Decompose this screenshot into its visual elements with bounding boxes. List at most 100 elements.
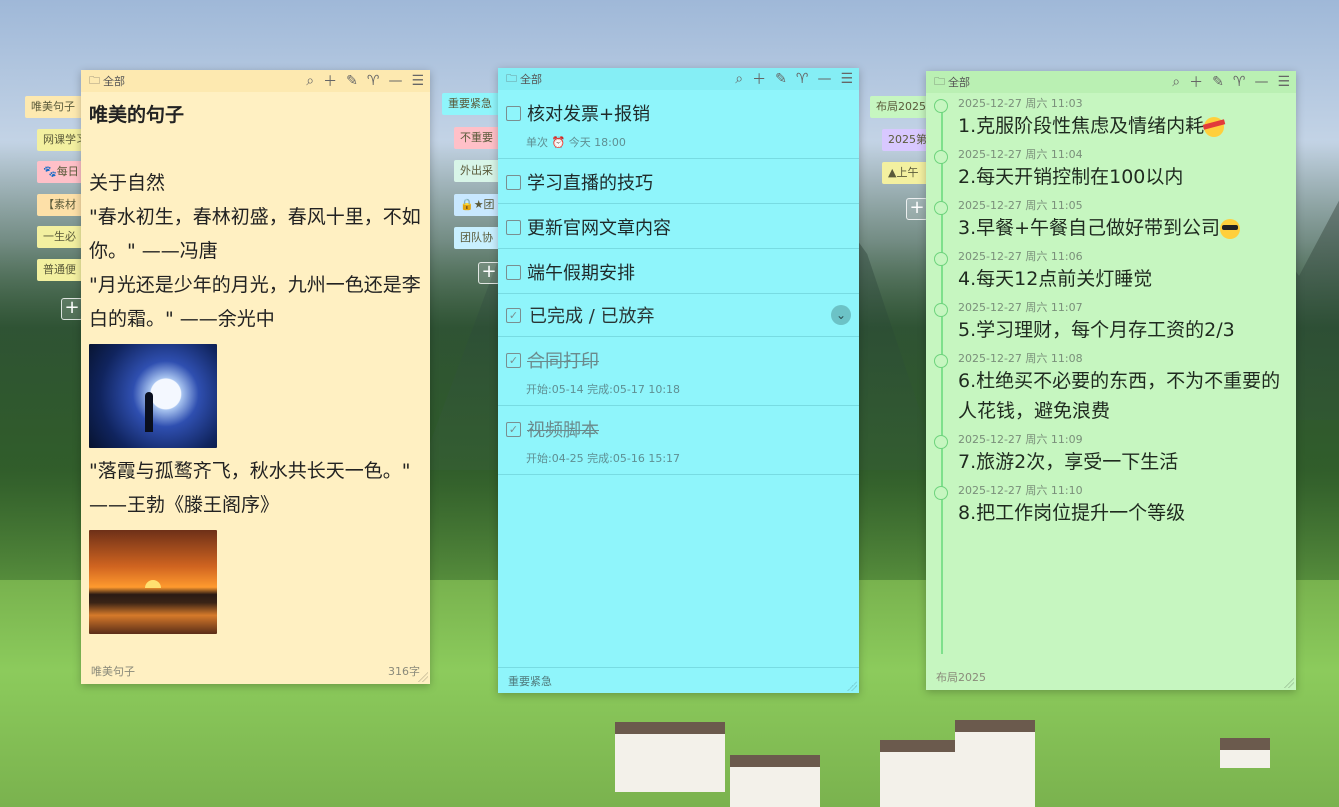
side-tag[interactable]: 网课学习 [37, 128, 81, 151]
plus-icon[interactable]: ＋ [1189, 72, 1203, 92]
todo-text: 学习直播的技巧 [527, 173, 653, 194]
side-tag[interactable]: 不重要 [454, 126, 498, 149]
side-tag[interactable]: 团队协 [454, 227, 498, 249]
timeline-entry[interactable]: 2025-12-27 周六 11:04 2.每天开销控制在100以内 [934, 144, 1286, 192]
todo-item[interactable]: 端午假期安排 [498, 249, 859, 294]
side-tag[interactable]: 普通便 [37, 258, 81, 281]
add-tag-button[interactable]: + [61, 298, 83, 320]
side-tag[interactable]: 布局2025 [870, 96, 926, 118]
timeline-entry[interactable]: 2025-12-27 周六 11:06 4.每天12点前关灯睡觉 [934, 246, 1286, 294]
menu-icon[interactable]: ☰ [840, 71, 853, 87]
entry-text-content: 8.把工作岗位提升一个等级 [958, 502, 1186, 524]
entry-time: 2025-12-27 周六 11:05 [958, 199, 1083, 212]
todo-text: 端午假期安排 [527, 263, 635, 284]
resize-handle[interactable] [1284, 678, 1294, 688]
shirt-icon[interactable]: ♈ [367, 73, 380, 89]
resize-handle[interactable] [847, 681, 857, 691]
side-tag[interactable]: 【素材 [37, 193, 81, 216]
timeline-entry[interactable]: 2025-12-27 周六 11:07 5.学习理财，每个月存工资的2/3 [934, 297, 1286, 345]
side-tag[interactable]: 🐾每日 [37, 161, 81, 183]
side-tag[interactable]: 2025第 [882, 129, 926, 151]
search-icon[interactable]: ⌕ [1172, 74, 1180, 90]
entry-time: 2025-12-27 周六 11:07 [958, 301, 1083, 314]
footer-tag[interactable]: 唯美句子 [91, 663, 135, 679]
note-line: "落霞与孤鹜齐飞，秋水共长天一色。" ——王勃《滕王阁序》 [89, 460, 411, 516]
search-icon[interactable]: ⌕ [306, 73, 314, 89]
chevron-down-icon[interactable]: ⌄ [831, 305, 851, 325]
note-line: "月光还是少年的月光，九州一色还是李白的霜。" ——余光中 [89, 274, 421, 330]
checked-icon: ✓ [506, 307, 521, 323]
timeline-entry[interactable]: 2025-12-27 周六 11:08 6.杜绝买不必要的东西，不为不重要的人花钱… [934, 348, 1286, 426]
minimize-icon[interactable]: — [1254, 74, 1268, 90]
add-tag-button[interactable]: + [906, 198, 928, 220]
sticky-note-yellow[interactable]: 🗀 全部 ⌕ ＋ ✎ ♈ — ☰ 唯美的句子 关于自然 "春水初生，春林初盛，春… [81, 70, 430, 684]
footer-tag[interactable]: 重要紧急 [508, 673, 552, 689]
shirt-icon[interactable]: ♈ [1233, 74, 1246, 90]
menu-icon[interactable]: ☰ [1277, 74, 1290, 90]
timeline-entry[interactable]: 2025-12-27 周六 11:09 7.旅游2次，享受一下生活 [934, 429, 1286, 477]
search-icon[interactable]: ⌕ [735, 71, 743, 87]
note-footer: 重要紧急 [498, 667, 859, 693]
checkbox[interactable] [506, 219, 521, 235]
timeline-entry[interactable]: 2025-12-27 周六 11:05 3.早餐+午餐自己做好带到公司 [934, 195, 1286, 243]
menu-icon[interactable]: ☰ [411, 73, 424, 89]
folder-selector[interactable]: 🗀 全部 [506, 70, 735, 89]
folder-label: 全部 [103, 75, 125, 88]
entry-text-content: 2.每天开销控制在100以内 [958, 166, 1184, 188]
side-tag[interactable]: 重要紧急 [442, 93, 498, 115]
entry-text-content: 1.克服阶段性焦虑及情绪内耗 [958, 115, 1205, 137]
side-tag[interactable]: 一生必 [37, 226, 81, 248]
side-tag[interactable]: 🔒★团 [454, 193, 498, 216]
pin-icon[interactable]: ✎ [346, 73, 358, 89]
side-tag[interactable]: 外出采 [454, 160, 498, 182]
resize-handle[interactable] [418, 672, 428, 682]
entry-time: 2025-12-27 周六 11:09 [958, 433, 1083, 446]
note-content[interactable]: 唯美的句子 关于自然 "春水初生，春林初盛，春风十里，不如你。" ——冯唐 "月… [81, 92, 430, 658]
timeline-dot-icon [934, 435, 948, 449]
folder-selector[interactable]: 🗀 全部 [89, 72, 306, 91]
completed-section[interactable]: ✓ 已完成 / 已放弃 ⌄ [498, 294, 859, 337]
minimize-icon[interactable]: — [388, 73, 402, 89]
note-header[interactable]: 🗀 全部 ⌕ ＋ ✎ ♈ — ☰ [81, 70, 430, 92]
timeline-dot-icon [934, 303, 948, 317]
timeline-entry[interactable]: 2025-12-27 周六 11:10 8.把工作岗位提升一个等级 [934, 480, 1286, 528]
todo-item[interactable]: 学习直播的技巧 [498, 159, 859, 204]
pin-icon[interactable]: ✎ [775, 71, 787, 87]
shirt-icon[interactable]: ♈ [796, 71, 809, 87]
timeline-dot-icon [934, 354, 948, 368]
folder-selector[interactable]: 🗀 全部 [934, 73, 1172, 92]
note-header[interactable]: 🗀 全部 ⌕ ＋ ✎ ♈ — ☰ [498, 68, 859, 90]
todo-meta: 开始:04-25 完成:05-16 15:17 [526, 452, 681, 465]
sticky-note-green[interactable]: 🗀 全部 ⌕ ＋ ✎ ♈ — ☰ 2025-12-27 周六 11:03 1.克服… [926, 71, 1296, 690]
checkbox-checked[interactable]: ✓ [506, 352, 521, 368]
sticky-note-cyan[interactable]: 🗀 全部 ⌕ ＋ ✎ ♈ — ☰ 核对发票+报销 单次 ⏰ 今天 18:00 学… [498, 68, 859, 693]
timeline[interactable]: 2025-12-27 周六 11:03 1.克服阶段性焦虑及情绪内耗 2025-12… [926, 93, 1296, 664]
plus-icon[interactable]: ＋ [752, 69, 766, 89]
todo-item[interactable]: 核对发票+报销 单次 ⏰ 今天 18:00 [498, 90, 859, 159]
footer-tag[interactable]: 布局2025 [936, 669, 986, 685]
entry-text: 2.每天开销控制在100以内 [958, 162, 1286, 192]
plus-icon[interactable]: ＋ [323, 71, 337, 91]
checkbox[interactable] [506, 264, 521, 280]
entry-text: 8.把工作岗位提升一个等级 [958, 498, 1286, 528]
todo-text: 核对发票+报销 [527, 104, 651, 125]
note-header[interactable]: 🗀 全部 ⌕ ＋ ✎ ♈ — ☰ [926, 71, 1296, 93]
entry-time: 2025-12-27 周六 11:04 [958, 148, 1083, 161]
side-tag[interactable]: ▲上午 [882, 162, 926, 184]
note-title: 唯美的句子 [89, 104, 185, 126]
entry-text-content: 6.杜绝买不必要的东西，不为不重要的人花钱，避免浪费 [958, 370, 1281, 422]
pin-icon[interactable]: ✎ [1212, 74, 1224, 90]
done-item[interactable]: ✓ 合同打印 开始:05-14 完成:05-17 10:18 [498, 337, 859, 406]
todo-text: 更新官网文章内容 [527, 218, 671, 239]
side-tag[interactable]: 唯美句子 [25, 96, 81, 118]
entry-time: 2025-12-27 周六 11:08 [958, 352, 1083, 365]
minimize-icon[interactable]: — [817, 71, 831, 87]
checkbox[interactable] [506, 105, 521, 121]
checkbox[interactable] [506, 174, 521, 190]
todo-item[interactable]: 更新官网文章内容 [498, 204, 859, 249]
add-tag-button[interactable]: + [478, 262, 500, 284]
entry-text-content: 4.每天12点前关灯睡觉 [958, 268, 1153, 290]
done-item[interactable]: ✓ 视频脚本 开始:04-25 完成:05-16 15:17 [498, 406, 859, 475]
checkbox-checked[interactable]: ✓ [506, 421, 521, 437]
timeline-entry[interactable]: 2025-12-27 周六 11:03 1.克服阶段性焦虑及情绪内耗 [934, 93, 1286, 141]
